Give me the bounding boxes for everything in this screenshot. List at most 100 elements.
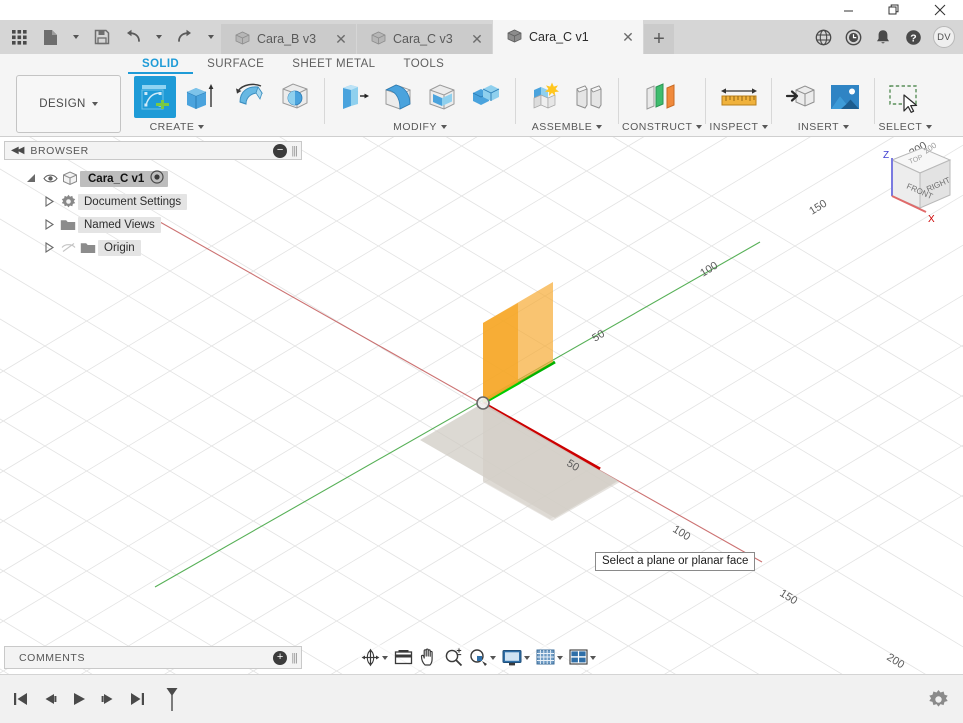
viewcube-x-label: X	[928, 214, 935, 225]
redo-dropdown[interactable]	[201, 22, 221, 52]
notifications-bell-icon[interactable]	[869, 23, 897, 51]
browser-item-origin[interactable]: Origin	[4, 236, 302, 259]
look-at-button[interactable]	[391, 645, 416, 670]
document-tab-close-button[interactable]: ✕	[468, 30, 486, 48]
restore-button[interactable]	[871, 0, 917, 20]
ribbon-group-modify-label[interactable]: MODIFY	[393, 119, 447, 135]
history-clock-icon[interactable]	[839, 23, 867, 51]
chevron-down-icon[interactable]	[590, 655, 596, 660]
navigation-bar	[358, 645, 599, 670]
press-pull-button[interactable]	[333, 76, 375, 118]
chevron-down-icon[interactable]	[382, 655, 388, 660]
chevron-down-icon[interactable]	[524, 655, 530, 660]
gear-icon	[58, 194, 78, 209]
extrude-button[interactable]	[178, 76, 220, 118]
skip-to-beginning-button[interactable]	[8, 685, 33, 713]
chevron-down-icon[interactable]	[490, 655, 496, 660]
timeline-marker[interactable]	[159, 685, 184, 713]
ribbon-tab-solid[interactable]: SOLID	[128, 54, 194, 74]
create-sketch-button[interactable]	[134, 75, 176, 118]
timeline-controls	[0, 685, 184, 713]
undo-icon[interactable]	[118, 22, 148, 52]
panel-resize-grip[interactable]: |||	[287, 652, 298, 664]
browser-item-label: Document Settings	[78, 193, 188, 210]
ribbon-group-insert-label[interactable]: INSERT	[798, 119, 850, 135]
new-document-dropdown[interactable]	[66, 22, 86, 52]
chevron-down-icon	[198, 125, 205, 129]
apps-grid-icon[interactable]	[4, 22, 34, 52]
expand-arrow-icon[interactable]	[40, 193, 58, 211]
browser-minimize-button[interactable]: −	[273, 143, 288, 158]
ribbon-group-assemble-label[interactable]: ASSEMBLE	[532, 119, 603, 135]
document-tab-close-button[interactable]: ✕	[332, 30, 350, 48]
ribbon-group-create-label[interactable]: CREATE	[150, 119, 205, 135]
browser-item-named-views[interactable]: Named Views	[4, 213, 302, 236]
collapse-panel-icon[interactable]: ◀◀	[11, 145, 24, 156]
viewports-button[interactable]	[566, 645, 599, 670]
viewcube[interactable]: FRONT RIGHT TOP Z X 200	[870, 142, 958, 234]
sphere-button[interactable]	[274, 76, 316, 118]
document-tabs: Cara_B v3 ✕ Cara_C v3 ✕ Cara_C v1 ✕ +	[221, 20, 674, 54]
fillet-button[interactable]	[377, 76, 419, 118]
chevron-down-icon	[596, 125, 603, 129]
ribbon-divider	[324, 78, 325, 124]
document-tab-label: Cara_B v3	[257, 32, 317, 46]
pan-button[interactable]	[416, 645, 441, 670]
ribbon-tab-surface[interactable]: SURFACE	[193, 54, 278, 74]
save-icon[interactable]	[87, 22, 117, 52]
ribbon-tab-sheet-metal[interactable]: SHEET METAL	[278, 54, 389, 74]
new-component-button[interactable]	[524, 76, 566, 118]
title-bar	[0, 0, 963, 20]
workspace-selector[interactable]: DESIGN	[16, 75, 121, 133]
zoom-button[interactable]	[441, 645, 466, 670]
ribbon-group-construct-label[interactable]: CONSTRUCT	[622, 119, 703, 135]
expand-arrow-icon[interactable]	[22, 170, 40, 188]
grid-snaps-button[interactable]	[533, 645, 566, 670]
visibility-eye-icon[interactable]	[40, 173, 60, 184]
document-tab-1[interactable]: Cara_B v3 ✕	[221, 24, 356, 54]
skip-to-end-button[interactable]	[124, 685, 149, 713]
settings-gear-icon[interactable]	[921, 682, 955, 716]
insert-canvas-button[interactable]	[824, 76, 866, 118]
select-button[interactable]	[884, 76, 926, 118]
minimize-button[interactable]	[825, 0, 871, 20]
visibility-hidden-eye-icon[interactable]	[58, 242, 78, 253]
add-comment-button[interactable]: +	[273, 650, 288, 665]
panel-resize-grip[interactable]: |||	[287, 145, 298, 157]
chevron-down-icon[interactable]	[557, 655, 563, 660]
activate-component-radio[interactable]	[150, 170, 164, 187]
avatar[interactable]: DV	[933, 26, 955, 48]
document-tab-2[interactable]: Cara_C v3 ✕	[357, 24, 492, 54]
document-tab-3-active[interactable]: Cara_C v1 ✕	[493, 20, 643, 54]
surface-revolve-button[interactable]	[230, 76, 272, 118]
play-button[interactable]	[66, 685, 91, 713]
ribbon-group-select: SELECT	[878, 74, 933, 137]
joint-button[interactable]	[568, 76, 610, 118]
offset-plane-button[interactable]	[641, 76, 683, 118]
combine-button[interactable]	[465, 76, 507, 118]
ribbon-tab-tools[interactable]: TOOLS	[389, 54, 458, 74]
expand-arrow-icon[interactable]	[40, 216, 58, 234]
ribbon-group-inspect-label[interactable]: INSPECT	[709, 119, 769, 135]
zoom-window-button[interactable]	[466, 645, 499, 670]
step-backward-button[interactable]	[37, 685, 62, 713]
new-tab-button[interactable]: +	[644, 24, 674, 54]
display-settings-button[interactable]	[499, 645, 533, 670]
redo-icon[interactable]	[170, 22, 200, 52]
comments-panel[interactable]: COMMENTS + |||	[4, 646, 302, 669]
shell-button[interactable]	[421, 76, 463, 118]
browser-item-document-settings[interactable]: Document Settings	[4, 190, 302, 213]
globe-icon[interactable]	[809, 23, 837, 51]
new-document-icon[interactable]	[35, 22, 65, 52]
undo-dropdown[interactable]	[149, 22, 169, 52]
orbit-button[interactable]	[358, 645, 391, 670]
insert-derive-button[interactable]	[780, 76, 822, 118]
browser-item-root[interactable]: Cara_C v1	[4, 167, 302, 190]
step-forward-button[interactable]	[95, 685, 120, 713]
document-tab-close-button[interactable]: ✕	[619, 28, 637, 46]
close-button[interactable]	[917, 0, 963, 20]
ribbon-group-select-label[interactable]: SELECT	[878, 119, 933, 135]
help-icon[interactable]: ?	[899, 23, 927, 51]
measure-button[interactable]	[718, 76, 760, 118]
expand-arrow-icon[interactable]	[40, 239, 58, 257]
